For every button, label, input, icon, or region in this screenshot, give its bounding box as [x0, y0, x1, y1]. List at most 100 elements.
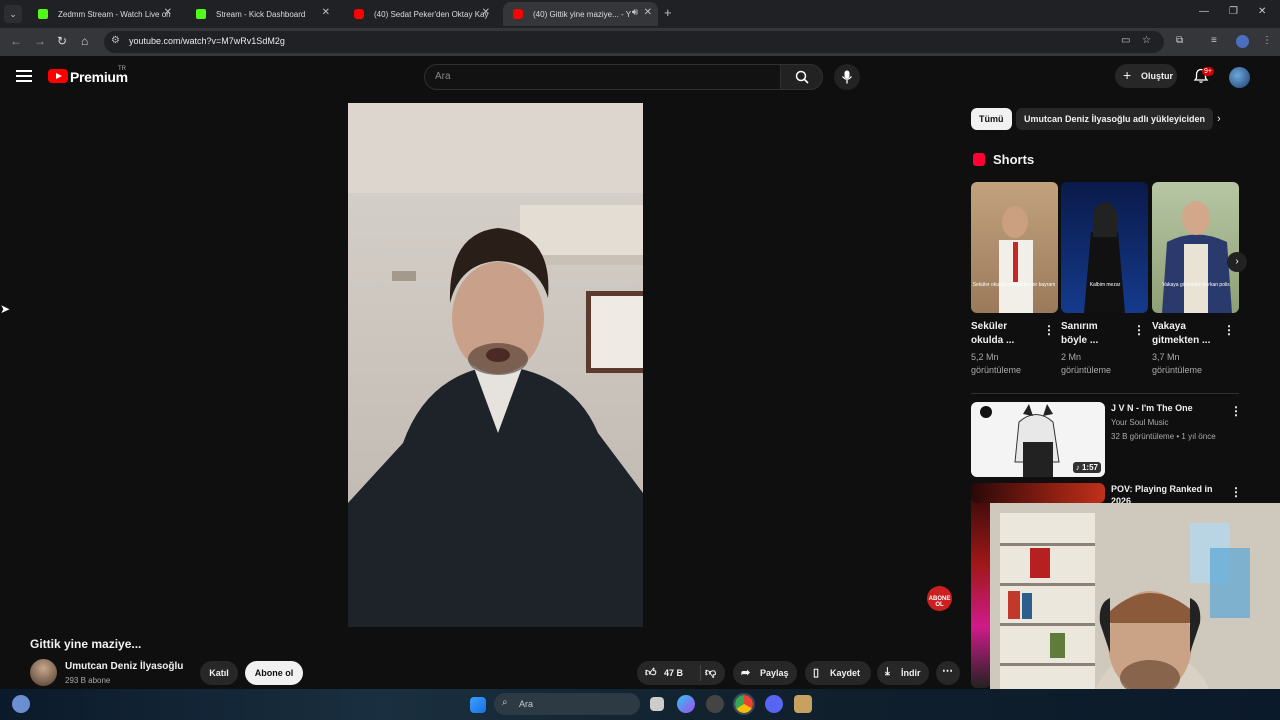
browser-tab-1[interactable]: Zedmm Stream - Watch Live on ✕: [28, 2, 178, 26]
browser-menu-icon[interactable]: ⋮: [1262, 35, 1272, 46]
maximize-icon[interactable]: ❐: [1229, 6, 1238, 17]
video-title: Gittik yine maziye...: [30, 637, 142, 651]
short-thumbnail-art: Vakaya gitmekten korkan polis: [1162, 201, 1232, 313]
more-vertical-icon[interactable]: ⋮: [1223, 323, 1235, 337]
tab-title: (40) Gittik yine maziye... - Y: [533, 9, 632, 19]
settings-gear-icon[interactable]: [706, 695, 724, 713]
duration-text: 1:57: [1081, 463, 1098, 472]
divider: [700, 665, 701, 681]
more-actions-button[interactable]: ⋯: [936, 661, 960, 685]
short-title-2[interactable]: Sanırım böyle ...: [1061, 320, 1131, 348]
more-vertical-icon[interactable]: ⋮: [1043, 323, 1055, 337]
windows-start-icon[interactable]: [470, 697, 486, 713]
create-label: Oluştur: [1141, 71, 1174, 81]
short-thumbnail-3[interactable]: Vakaya gitmekten korkan polis: [1152, 182, 1239, 313]
tab-search-button[interactable]: ⌄: [4, 5, 22, 23]
close-tab-icon[interactable]: ✕: [644, 7, 652, 18]
bookmark-star-icon[interactable]: ☆: [1142, 35, 1151, 46]
taskbar-search[interactable]: ⌕ Ara: [494, 693, 640, 715]
channel-name[interactable]: Umutcan Deniz İlyasoğlu: [65, 661, 183, 672]
shorts-next-button[interactable]: ›: [1227, 252, 1247, 272]
account-avatar[interactable]: [1229, 67, 1250, 88]
search-input[interactable]: Ara: [424, 64, 781, 90]
short-title-line: Seküler: [971, 321, 1008, 332]
youtube-header: Premium TR Ara + Oluştur 9+: [0, 56, 1280, 100]
url-text: youtube.com/watch?v=M7wRv1SdM2g: [129, 36, 285, 46]
region-code: TR: [118, 66, 126, 72]
chip-all[interactable]: Tümü: [971, 108, 1012, 130]
video-player[interactable]: [348, 103, 643, 627]
tab-audio-icon[interactable]: 🔊︎: [632, 7, 638, 18]
like-dislike-group: 👍︎ 47 B 👎︎: [637, 661, 725, 685]
download-label: İndir: [901, 668, 921, 678]
youtube-favicon-icon: [513, 9, 523, 19]
dislike-icon[interactable]: 👎︎: [705, 666, 716, 679]
short-views-1: 5,2 Mn görüntüleme: [971, 351, 1041, 377]
like-count[interactable]: 47 B: [664, 668, 683, 678]
voice-search-button[interactable]: [834, 64, 860, 90]
more-vertical-icon[interactable]: ⋮: [1133, 323, 1145, 337]
minimize-icon[interactable]: —: [1199, 6, 1209, 17]
browser-tab-4-active[interactable]: (40) Gittik yine maziye... - Y 🔊︎ ✕: [503, 2, 658, 26]
like-icon[interactable]: 👍︎: [645, 666, 657, 679]
back-icon[interactable]: ←: [10, 34, 22, 48]
short-thumbnail-2[interactable]: Kalbim mezar: [1061, 182, 1148, 313]
address-bar[interactable]: ⚙ youtube.com/watch?v=M7wRv1SdM2g: [104, 31, 1164, 53]
browser-tab-2[interactable]: Stream - Kick Dashboard ✕: [186, 2, 336, 26]
subscribe-button[interactable]: Abone ol: [245, 661, 303, 685]
more-vertical-icon[interactable]: ⋮: [1230, 485, 1242, 499]
weather-widget-icon[interactable]: [12, 695, 30, 713]
short-title-line: okulda ...: [971, 335, 1015, 346]
chip-uploader[interactable]: Umutcan Deniz İlyasoğlu adlı yükleyicide…: [1016, 108, 1214, 130]
join-button[interactable]: Katıl: [200, 661, 238, 685]
site-info-icon[interactable]: ⚙: [111, 35, 120, 46]
home-icon[interactable]: ⌂: [81, 34, 88, 48]
profile-avatar-icon[interactable]: [1236, 35, 1249, 48]
close-tab-icon[interactable]: ✕: [164, 7, 172, 18]
create-button[interactable]: + Oluştur: [1115, 64, 1177, 88]
short-title-1[interactable]: Seküler okulda ...: [971, 320, 1041, 348]
discord-icon[interactable]: [765, 695, 783, 713]
short-title-line: gitmekten ...: [1152, 335, 1211, 346]
close-window-icon[interactable]: ✕: [1258, 6, 1266, 17]
chevron-right-icon[interactable]: ›: [1217, 113, 1221, 125]
recommendation-channel-1[interactable]: Your Soul Music: [1111, 418, 1169, 427]
copilot-icon[interactable]: [677, 695, 695, 713]
webcam-feed: [990, 503, 1280, 720]
task-view-icon[interactable]: [650, 697, 664, 711]
menu-hamburger-icon[interactable]: [16, 70, 32, 82]
youtube-logo-icon[interactable]: [48, 69, 68, 83]
save-button[interactable]: ▯ Kaydet: [805, 661, 871, 685]
channel-avatar[interactable]: [30, 659, 57, 686]
install-app-icon[interactable]: ▭: [1121, 35, 1130, 46]
recommendation-thumbnail-2[interactable]: [971, 483, 991, 688]
media-controls-icon[interactable]: ≡: [1211, 35, 1217, 46]
webcam-overlay: [990, 503, 1280, 720]
short-thumbnail-1[interactable]: Seküler okulda mukaddes bir bayram: [971, 182, 1058, 313]
tab-title: (40) Sedat Peker'den Oktay Kay: [374, 9, 489, 19]
close-tab-icon[interactable]: ✕: [322, 7, 330, 18]
download-button[interactable]: ⤓ İndir: [877, 661, 929, 685]
youtube-favicon-icon: [354, 9, 364, 19]
short-views-line: 5,2 Mn: [971, 352, 999, 362]
new-tab-button[interactable]: +: [664, 5, 672, 20]
short-views-line: görüntüleme: [1152, 365, 1203, 375]
floating-subscribe-badge[interactable]: ABONE OL: [927, 586, 952, 611]
forward-icon[interactable]: →: [34, 34, 46, 48]
app-icon[interactable]: [794, 695, 812, 713]
chrome-icon[interactable]: [733, 693, 755, 715]
more-vertical-icon[interactable]: ⋮: [1230, 404, 1242, 418]
browser-tab-3[interactable]: (40) Sedat Peker'den Oktay Kay ✕: [344, 2, 496, 26]
kick-favicon-icon: [38, 9, 48, 19]
taskbar-search-placeholder: Ara: [519, 699, 534, 709]
recommendation-title-1[interactable]: J V N - I'm The One: [1111, 403, 1193, 413]
short-title-3[interactable]: Vakaya gitmekten ...: [1152, 320, 1222, 348]
extensions-icon[interactable]: ⧉: [1176, 35, 1183, 46]
reload-icon[interactable]: ↻: [57, 34, 67, 48]
share-button[interactable]: ➦ Paylaş: [733, 661, 797, 685]
subscriber-count: 293 B abone: [65, 676, 111, 685]
search-button[interactable]: [780, 64, 823, 90]
recommendation-thumbnail-1[interactable]: ♪ 1:57: [971, 402, 1105, 477]
recommendation-thumbnail-2-top[interactable]: [971, 483, 1105, 503]
close-tab-icon[interactable]: ✕: [482, 7, 490, 18]
